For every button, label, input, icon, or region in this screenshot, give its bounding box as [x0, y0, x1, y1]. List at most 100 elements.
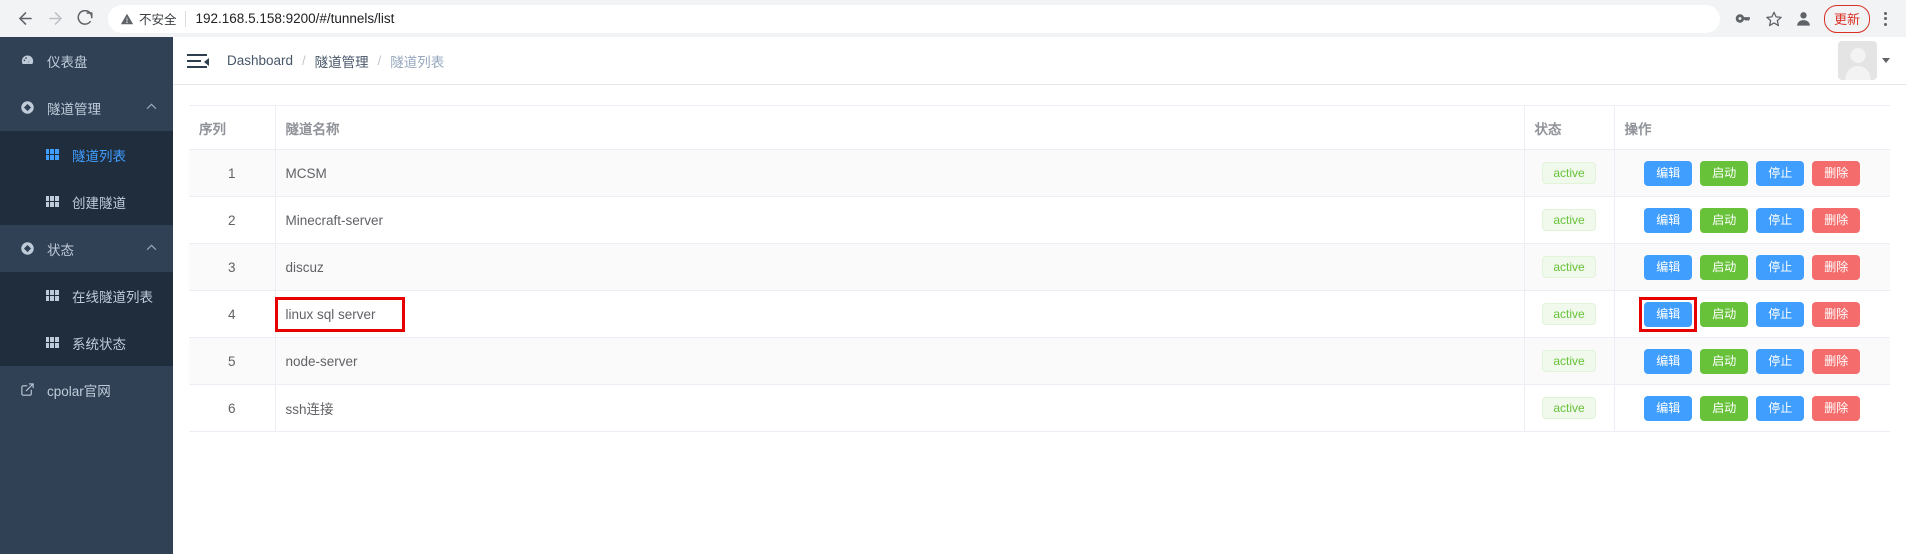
page-content: 序列 隧道名称 状态 操作 1 MCSM active 编辑 启动 停止 删除 2 Minecr…	[173, 85, 1906, 554]
table-head: 序列 隧道名称 状态 操作	[189, 105, 1890, 150]
delete-button[interactable]: 删除	[1812, 207, 1861, 233]
breadcrumb-item-dashboard[interactable]: Dashboard	[227, 53, 293, 68]
sidebar-item-create-tunnel[interactable]: 创建隧道	[0, 178, 173, 225]
sidebar-item-label: 系统状态	[72, 336, 126, 352]
delete-button[interactable]: 删除	[1812, 301, 1861, 327]
chevron-up-icon	[146, 102, 157, 113]
cell-tunnel-name: MCSM	[275, 149, 1525, 197]
cell-tunnel-name: linux sql server	[275, 290, 1525, 338]
cell-status: active	[1524, 149, 1615, 197]
edit-button[interactable]: 编辑	[1644, 254, 1693, 280]
start-button[interactable]: 启动	[1700, 207, 1749, 233]
breadcrumb-item-tunnel-management[interactable]: 隧道管理	[315, 51, 369, 71]
stop-button[interactable]: 停止	[1756, 348, 1805, 374]
start-button[interactable]: 启动	[1700, 348, 1749, 374]
cell-operations: 编辑 启动 停止 删除	[1614, 149, 1890, 197]
user-avatar-icon[interactable]	[1838, 41, 1877, 80]
column-header-name: 隧道名称	[275, 105, 1525, 150]
reload-icon[interactable]	[70, 4, 100, 34]
update-button[interactable]: 更新	[1823, 4, 1870, 33]
column-header-seq: 序列	[189, 105, 276, 150]
security-label: 不安全	[139, 13, 177, 27]
table-body: 1 MCSM active 编辑 启动 停止 删除 2 Minecraft-server acti…	[189, 149, 1890, 432]
collapse-sidebar-icon[interactable]	[187, 52, 209, 70]
column-header-operations: 操作	[1614, 105, 1890, 150]
operations-group: 编辑 启动 停止 删除	[1625, 207, 1881, 233]
cell-seq: 2	[189, 196, 276, 244]
chevron-down-icon[interactable]	[1882, 58, 1890, 63]
operations-group: 编辑 启动 停止 删除	[1625, 395, 1881, 421]
cell-seq: 5	[189, 337, 276, 385]
address-bar[interactable]: 不安全 192.168.5.158:9200/#/tunnels/list	[108, 4, 1720, 33]
cell-seq: 3	[189, 243, 276, 291]
stop-button[interactable]: 停止	[1756, 301, 1805, 327]
status-icon	[17, 239, 37, 259]
sidebar-item-tunnel-list[interactable]: 隧道列表	[0, 131, 173, 178]
status-badge: active	[1542, 256, 1596, 278]
start-button[interactable]: 启动	[1700, 301, 1749, 327]
start-button[interactable]: 启动	[1700, 254, 1749, 280]
edit-button[interactable]: 编辑	[1644, 160, 1693, 186]
profile-avatar-icon[interactable]	[1790, 5, 1818, 33]
cell-operations: 编辑 启动 停止 删除	[1614, 290, 1890, 338]
status-badge: active	[1542, 209, 1596, 231]
sidebar-item-label: 仪表盘	[47, 54, 88, 70]
grid-icon	[42, 192, 62, 212]
cell-operations: 编辑 启动 停止 删除	[1614, 384, 1890, 432]
cell-seq: 4	[189, 290, 276, 338]
edit-button[interactable]: 编辑	[1644, 207, 1693, 233]
status-badge: active	[1542, 162, 1596, 184]
status-badge: active	[1542, 350, 1596, 372]
star-icon[interactable]	[1760, 5, 1788, 33]
stop-button[interactable]: 停止	[1756, 207, 1805, 233]
sidebar-item-dashboard[interactable]: 仪表盘	[0, 37, 173, 84]
sidebar-group-tunnel-management[interactable]: 隧道管理	[0, 84, 173, 131]
status-badge: active	[1542, 303, 1596, 325]
grid-icon	[42, 145, 62, 165]
sidebar-item-cpolar-website[interactable]: cpolar官网	[0, 366, 173, 413]
edit-button[interactable]: 编辑	[1644, 301, 1693, 327]
cell-tunnel-name: discuz	[275, 243, 1525, 291]
edit-button[interactable]: 编辑	[1644, 395, 1693, 421]
delete-button[interactable]: 删除	[1812, 254, 1861, 280]
stop-button[interactable]: 停止	[1756, 254, 1805, 280]
sidebar-item-label: cpolar官网	[47, 383, 111, 399]
cell-status: active	[1524, 337, 1615, 385]
stop-button[interactable]: 停止	[1756, 395, 1805, 421]
tunnels-table: 序列 隧道名称 状态 操作 1 MCSM active 编辑 启动 停止 删除 2 Minecr…	[189, 105, 1890, 432]
table-row: 1 MCSM active 编辑 启动 停止 删除	[189, 149, 1890, 197]
start-button[interactable]: 启动	[1700, 160, 1749, 186]
sidebar-submenu-tunnel-management: 隧道列表 创建隧道	[0, 131, 173, 225]
cell-seq: 1	[189, 149, 276, 197]
delete-button[interactable]: 删除	[1812, 348, 1861, 374]
cell-operations: 编辑 启动 停止 删除	[1614, 196, 1890, 244]
operations-group: 编辑 启动 停止 删除	[1625, 160, 1881, 186]
sidebar-group-status[interactable]: 状态	[0, 225, 173, 272]
browser-action-icons: 更新	[1730, 4, 1896, 33]
status-badge: active	[1542, 397, 1596, 419]
sidebar-item-label: 状态	[47, 242, 74, 258]
url-text: 192.168.5.158:9200/#/tunnels/list	[195, 11, 395, 26]
edit-button[interactable]: 编辑	[1644, 348, 1693, 374]
key-icon[interactable]	[1730, 5, 1758, 33]
operations-group: 编辑 启动 停止 删除	[1625, 254, 1881, 280]
breadcrumb-item-tunnel-list: 隧道列表	[390, 54, 445, 70]
stop-button[interactable]: 停止	[1756, 160, 1805, 186]
back-arrow-icon[interactable]	[10, 4, 40, 34]
table-row: 2 Minecraft-server active 编辑 启动 停止 删除	[189, 196, 1890, 244]
delete-button[interactable]: 删除	[1812, 160, 1861, 186]
sidebar-item-system-status[interactable]: 系统状态	[0, 319, 173, 366]
delete-button[interactable]: 删除	[1812, 395, 1861, 421]
sidebar-item-online-tunnel-list[interactable]: 在线隧道列表	[0, 272, 173, 319]
table-row: 4 linux sql server active 编辑 启动 停止 删除	[189, 290, 1890, 338]
application-root: 仪表盘 隧道管理 隧道列表 创建隧道 状态 在线隧道列表 系统状态 cpolar…	[0, 37, 1906, 554]
start-button[interactable]: 启动	[1700, 395, 1749, 421]
forward-arrow-icon[interactable]	[40, 4, 70, 34]
dashboard-icon	[17, 51, 37, 71]
kebab-menu-icon[interactable]	[1874, 5, 1896, 33]
top-navbar: Dashboard / 隧道管理 / 隧道列表	[173, 37, 1906, 85]
user-menu[interactable]	[1838, 41, 1890, 80]
cell-operations: 编辑 启动 停止 删除	[1614, 337, 1890, 385]
operations-group: 编辑 启动 停止 删除	[1625, 301, 1881, 327]
cell-status: active	[1524, 196, 1615, 244]
